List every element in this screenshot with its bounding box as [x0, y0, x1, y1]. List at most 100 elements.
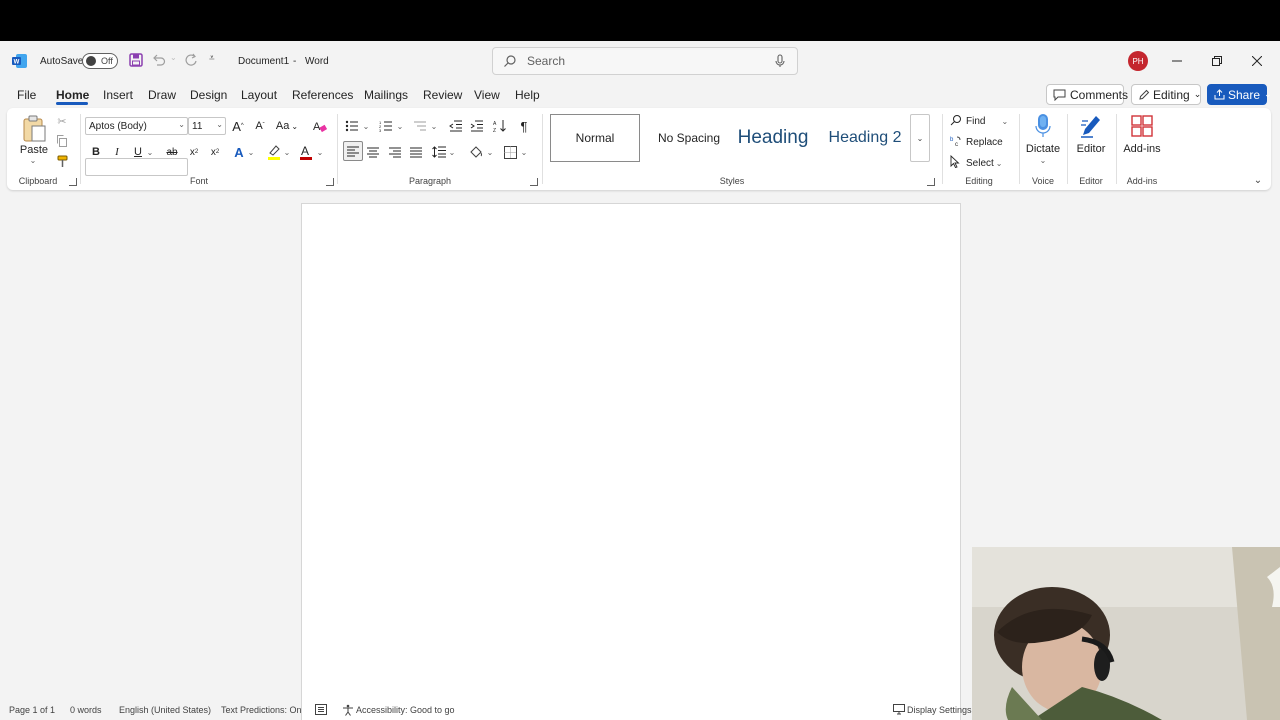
bold-icon[interactable]: B: [89, 143, 103, 161]
document-page[interactable]: [301, 203, 961, 720]
autosave-toggle[interactable]: Off: [82, 53, 118, 69]
numbering-dropdown-icon[interactable]: ⌄: [396, 117, 404, 135]
group-divider: [942, 114, 943, 184]
accessibility-status[interactable]: Accessibility: Good to go: [356, 705, 455, 715]
microphone-icon[interactable]: [775, 54, 787, 68]
sort-icon[interactable]: AZ: [492, 117, 508, 135]
editor-pen-icon[interactable]: [1079, 113, 1103, 139]
tab-layout[interactable]: Layout: [241, 88, 277, 102]
superscript-icon[interactable]: x2: [207, 143, 223, 161]
text-effects-icon[interactable]: A: [231, 143, 247, 161]
word-count[interactable]: 0 words: [70, 705, 102, 715]
show-formatting-marks-icon[interactable]: ¶: [516, 117, 532, 135]
line-spacing-dropdown-icon[interactable]: ⌄: [448, 143, 456, 161]
comments-button[interactable]: Comments: [1046, 84, 1128, 105]
close-icon[interactable]: [1237, 41, 1277, 81]
highlighter-dropdown-icon[interactable]: ⌄: [283, 143, 291, 161]
style-heading-1[interactable]: Heading: [728, 114, 818, 162]
tab-insert[interactable]: Insert: [103, 88, 133, 102]
add-ins-icon[interactable]: [1130, 113, 1154, 139]
highlighter-icon[interactable]: [266, 143, 282, 161]
clipboard-paste-icon[interactable]: [20, 114, 48, 144]
justify-icon[interactable]: [408, 143, 424, 161]
bullets-dropdown-icon[interactable]: ⌄: [362, 117, 370, 135]
clear-formatting-icon[interactable]: A: [311, 117, 327, 135]
customize-quick-access-icon[interactable]: ⩡: [209, 53, 215, 64]
restore-icon[interactable]: [1197, 41, 1237, 81]
underline-dropdown-icon[interactable]: ⌄: [146, 143, 154, 161]
add-ins-label[interactable]: Add-ins: [1122, 143, 1162, 155]
shading-dropdown-icon[interactable]: ⌄: [486, 143, 494, 161]
text-predictions[interactable]: Text Predictions: On: [221, 705, 302, 715]
align-left-icon[interactable]: [343, 141, 363, 161]
subscript-icon[interactable]: x2: [186, 143, 202, 161]
numbering-icon[interactable]: 123: [378, 117, 394, 135]
line-spacing-icon[interactable]: [431, 143, 447, 161]
tab-design[interactable]: Design: [190, 88, 227, 102]
font-color-icon[interactable]: A: [298, 143, 314, 161]
font-name-input[interactable]: Aptos (Body) ⌄: [85, 117, 188, 135]
copy-icon[interactable]: [55, 134, 69, 148]
tab-draw[interactable]: Draw: [148, 88, 176, 102]
italic-icon[interactable]: I: [110, 143, 124, 161]
styles-more-icon[interactable]: ⌄: [910, 114, 930, 162]
decrease-indent-icon[interactable]: [448, 117, 464, 135]
align-right-icon[interactable]: [387, 143, 403, 161]
align-center-icon[interactable]: [365, 143, 381, 161]
language-indicator[interactable]: English (United States): [119, 705, 211, 715]
font-launcher-icon[interactable]: [326, 178, 334, 186]
bullets-icon[interactable]: [344, 117, 360, 135]
save-icon[interactable]: [129, 53, 145, 69]
shrink-font-icon[interactable]: Aˇ: [252, 117, 268, 135]
replace-button[interactable]: bc Replace: [950, 134, 1010, 150]
strikethrough-icon[interactable]: ab: [164, 143, 180, 161]
redo-icon[interactable]: [184, 53, 198, 67]
format-painter-icon[interactable]: [55, 154, 69, 168]
font-color-dropdown-icon[interactable]: ⌄: [316, 143, 324, 161]
display-settings-button[interactable]: Display Settings: [907, 705, 972, 715]
undo-icon[interactable]: [152, 53, 166, 67]
tab-help[interactable]: Help: [515, 88, 540, 102]
style-heading-2[interactable]: Heading 2: [820, 114, 910, 162]
dictate-label[interactable]: Dictate: [1025, 143, 1061, 155]
page-count[interactable]: Page 1 of 1: [9, 705, 55, 715]
undo-dropdown-icon[interactable]: ⌄: [170, 53, 177, 62]
change-case-button[interactable]: Aa ⌄: [275, 117, 299, 135]
share-button[interactable]: Share ⌄: [1207, 84, 1272, 105]
borders-icon[interactable]: [502, 143, 518, 161]
borders-dropdown-icon[interactable]: ⌄: [520, 143, 528, 161]
editor-label[interactable]: Editor: [1073, 143, 1109, 155]
dictate-dropdown-icon[interactable]: ⌄: [1037, 155, 1049, 165]
font-size-input[interactable]: 11 ⌄: [188, 117, 226, 135]
minimize-icon[interactable]: [1157, 41, 1197, 81]
shading-icon[interactable]: [468, 143, 484, 161]
tab-review[interactable]: Review: [423, 88, 462, 102]
tab-view[interactable]: View: [474, 88, 500, 102]
increase-indent-icon[interactable]: [469, 117, 485, 135]
select-button[interactable]: Select ⌄: [950, 154, 1010, 171]
search-box[interactable]: Search: [492, 47, 798, 75]
ribbon-collapse-icon[interactable]: ⌄: [1252, 174, 1264, 186]
editing-mode-button[interactable]: Editing ⌄: [1131, 84, 1201, 105]
multilevel-list-icon[interactable]: [412, 117, 428, 135]
find-button[interactable]: Find ⌄: [950, 113, 1010, 129]
underline-icon[interactable]: U: [131, 143, 145, 161]
styles-launcher-icon[interactable]: [927, 178, 935, 186]
user-avatar[interactable]: PH: [1128, 51, 1148, 71]
text-effects-dropdown-icon[interactable]: ⌄: [247, 143, 255, 161]
multilevel-dropdown-icon[interactable]: ⌄: [430, 117, 438, 135]
paragraph-launcher-icon[interactable]: [530, 178, 538, 186]
tab-references[interactable]: References: [292, 88, 353, 102]
style-no-spacing[interactable]: No Spacing: [644, 114, 734, 162]
focus-mode-icon[interactable]: [315, 704, 327, 717]
clipboard-launcher-icon[interactable]: [69, 178, 77, 186]
style-normal[interactable]: Normal: [550, 114, 640, 162]
cut-icon[interactable]: ✂: [55, 114, 69, 128]
font-size-value: 11: [192, 120, 203, 132]
tab-home[interactable]: Home: [56, 88, 89, 102]
tab-file[interactable]: File: [17, 88, 36, 102]
paste-dropdown-icon[interactable]: ⌄: [27, 155, 39, 165]
tab-mailings[interactable]: Mailings: [364, 88, 408, 102]
dictate-microphone-icon[interactable]: [1033, 113, 1053, 139]
grow-font-icon[interactable]: A ^: [230, 117, 246, 135]
